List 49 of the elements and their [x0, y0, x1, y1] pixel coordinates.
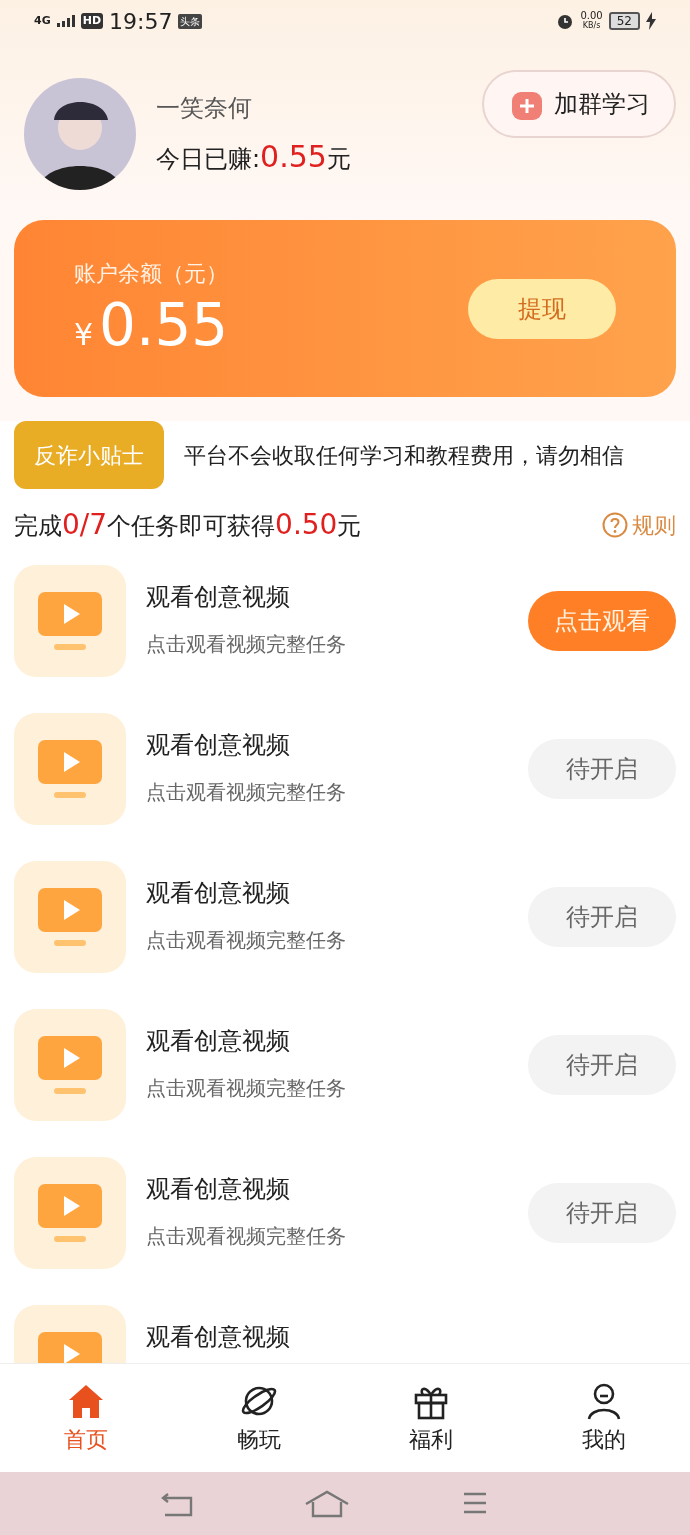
battery-level: 52: [608, 12, 640, 30]
speed-unit: KB/s: [582, 21, 601, 31]
nav-tab[interactable]: 福利: [345, 1380, 518, 1456]
charging-icon: [646, 12, 656, 30]
play-screen-icon: [36, 886, 104, 948]
join-group-button[interactable]: 加群学习: [482, 70, 676, 138]
balance-label: 账户余额（元）: [74, 260, 229, 288]
nav-tab[interactable]: 首页: [0, 1380, 173, 1456]
back-icon[interactable]: [160, 1490, 194, 1517]
reward-amount: 0.50: [275, 507, 338, 543]
nav-tab[interactable]: 我的: [517, 1380, 690, 1456]
network-speed: 0.00: [580, 11, 603, 21]
currency-symbol: ¥: [74, 316, 94, 354]
task-title: 观看创意视频: [146, 1322, 291, 1353]
task-title: 观看创意视频: [146, 730, 291, 761]
play-screen-icon: [36, 738, 104, 800]
anti-fraud-badge: 反诈小贴士: [14, 421, 164, 489]
earned-unit: 元: [326, 143, 351, 175]
alarm-icon: [556, 12, 575, 30]
play-screen-icon: [36, 1034, 104, 1096]
task-description: 点击观看视频完整任务: [146, 631, 347, 658]
network-indicator: 4G: [34, 12, 51, 29]
play-screen-icon: [36, 1182, 104, 1244]
withdraw-button[interactable]: 提现: [468, 278, 616, 339]
hd-badge: HD: [80, 12, 104, 30]
task-title: 观看创意视频: [146, 582, 291, 613]
app-badge: 头条: [178, 13, 203, 29]
task-description: 点击观看视频完整任务: [146, 779, 347, 806]
task-title: 观看创意视频: [146, 878, 291, 909]
summary-prefix: 完成: [14, 511, 62, 542]
play-screen-icon: [36, 590, 104, 652]
nav-tab[interactable]: 畅玩: [172, 1380, 345, 1456]
earned-value: 0.55: [260, 137, 327, 176]
signal-icon: [56, 15, 75, 27]
task-title: 观看创意视频: [146, 1174, 291, 1205]
summary-suffix: 元: [337, 511, 362, 542]
summary-middle: 个任务即可获得: [107, 511, 276, 542]
help-icon: [602, 512, 628, 538]
rules-link[interactable]: 规则: [602, 508, 676, 542]
task-title: 观看创意视频: [146, 1026, 291, 1057]
tip-text: 平台不会收取任何学习和教程费用，请勿相信: [184, 441, 624, 470]
earned-label: 今日已赚:: [156, 143, 261, 175]
clock-time: 19:57: [109, 7, 173, 36]
balance-amount: 0.55: [99, 290, 229, 360]
task-description: 点击观看视频完整任务: [146, 927, 347, 954]
task-description: 点击观看视频完整任务: [146, 1223, 347, 1250]
user-name: 一笑奈何: [156, 92, 253, 124]
home-nav-icon[interactable]: [304, 1489, 350, 1518]
task-description: 点击观看视频完整任务: [146, 1075, 347, 1102]
